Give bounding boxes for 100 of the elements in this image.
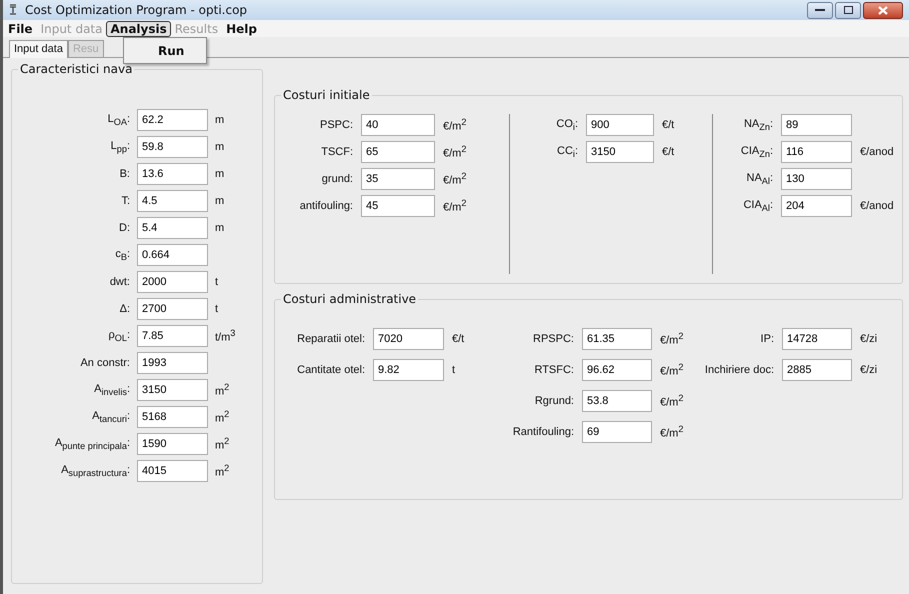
- unit-label: €/t: [452, 333, 466, 345]
- field-label: A$_{punte principala}$:: [54, 436, 130, 452]
- input-field[interactable]: 204: [781, 195, 852, 217]
- input-field[interactable]: 900: [586, 114, 654, 136]
- input-field[interactable]: 35: [361, 168, 435, 190]
- unit-label: t: [452, 364, 456, 376]
- field-label: Cantitate otel:: [297, 364, 365, 376]
- group-title: Costuri initiale: [282, 88, 371, 102]
- input-field[interactable]: 0.664: [137, 244, 208, 266]
- field-label: Rgrund:: [534, 395, 574, 407]
- field-label: CIA$_{Al}$:: [743, 198, 773, 214]
- field-label: Inchiriere doc:: [704, 364, 774, 376]
- unit-label: €/m$^{2}$: [660, 362, 684, 378]
- input-field[interactable]: 69: [582, 421, 652, 443]
- field-label: An constr:: [80, 357, 130, 369]
- field-label: antifouling:: [300, 200, 353, 212]
- unit-label: €/m$^{2}$: [443, 171, 468, 187]
- field-label: Reparatii otel:: [297, 333, 365, 345]
- field-label: B:: [120, 168, 130, 180]
- unit-label: m: [215, 195, 226, 207]
- unit-label: €/m$^{2}$: [443, 198, 468, 214]
- unit-label: €/m$^{2}$: [660, 424, 684, 440]
- menu-item[interactable]: Run: [154, 42, 188, 60]
- unit-label: t: [215, 303, 220, 315]
- input-field[interactable]: 116: [781, 141, 852, 163]
- input-field[interactable]: 3150: [586, 141, 654, 163]
- field-label: ρ$_{OL}$:: [108, 328, 130, 344]
- unit-label: m$^{2}$: [215, 463, 230, 479]
- unit-label: €/t: [662, 119, 676, 131]
- input-field[interactable]: 45: [361, 195, 435, 217]
- unit-label: €/anod: [860, 146, 895, 158]
- input-field[interactable]: 53.8: [582, 390, 652, 412]
- input-field[interactable]: 2000: [137, 271, 208, 293]
- unit-label: €/t: [662, 146, 676, 158]
- field-label: A$_{suprastructura}$:: [61, 464, 130, 478]
- input-field[interactable]: 62.2: [137, 109, 208, 131]
- field-label: D:: [119, 222, 130, 234]
- field-label: RPSPC:: [533, 333, 574, 345]
- unit-label: m: [215, 141, 226, 153]
- maximize-button[interactable]: [835, 2, 861, 18]
- minimize-icon: [815, 8, 825, 12]
- input-field[interactable]: 65: [361, 141, 435, 163]
- field-label: L$_{OA}$:: [108, 112, 130, 128]
- maximize-icon: [844, 6, 852, 14]
- tab[interactable]: Input data: [9, 40, 68, 58]
- field-label: RTSFC:: [534, 364, 574, 376]
- input-field[interactable]: 9.82: [373, 359, 444, 381]
- app-icon: [9, 4, 17, 16]
- field-label: CO$_{i}$:: [556, 118, 578, 132]
- group-title: Caracteristici nava: [19, 62, 134, 76]
- input-field[interactable]: 14728: [782, 328, 852, 350]
- unit-label: €/m$^{2}$: [660, 331, 684, 347]
- minimize-button[interactable]: [807, 2, 833, 18]
- input-field[interactable]: 13.6: [137, 163, 208, 185]
- unit-label: m$^{2}$: [215, 382, 230, 398]
- field-label: Rantifouling:: [512, 426, 574, 438]
- input-field[interactable]: 1993: [137, 352, 208, 374]
- unit-label: €/m$^{2}$: [660, 393, 684, 409]
- input-field[interactable]: 40: [361, 114, 435, 136]
- unit-label: €/zi: [860, 333, 878, 345]
- field-label: PSPC:: [320, 119, 353, 131]
- input-field[interactable]: 61.35: [582, 328, 652, 350]
- window-title: Cost Optimization Program - opti.cop: [25, 3, 248, 17]
- field-label: NA$_{Al}$:: [746, 172, 773, 186]
- group-title: Costuri administrative: [282, 292, 418, 306]
- input-field[interactable]: 5168: [137, 406, 208, 428]
- input-field[interactable]: 5.4: [137, 217, 208, 239]
- input-field[interactable]: 7020: [373, 328, 444, 350]
- field-label: IP:: [760, 333, 774, 345]
- unit-label: m$^{2}$: [215, 436, 230, 452]
- field-label: T:: [121, 195, 130, 207]
- unit-label: t/m$^{3}$: [215, 328, 236, 344]
- field-label: c$_{B}$:: [115, 248, 130, 262]
- field-label: grund:: [322, 173, 353, 185]
- field-label: L$_{pp}$:: [110, 140, 130, 154]
- field-label: TSCF:: [321, 146, 353, 158]
- unit-label: €/zi: [860, 364, 878, 376]
- menu-item[interactable]: File: [4, 20, 37, 36]
- close-icon: [878, 6, 888, 14]
- input-field[interactable]: 96.62: [582, 359, 652, 381]
- input-field[interactable]: 2885: [782, 359, 852, 381]
- field-label: NA$_{Zn}$:: [744, 118, 773, 132]
- field-label: dwt:: [110, 276, 130, 288]
- input-field[interactable]: 130: [781, 168, 852, 190]
- input-field[interactable]: 7.85: [137, 325, 208, 347]
- input-field[interactable]: 4015: [137, 460, 208, 482]
- unit-label: €/anod: [860, 200, 895, 212]
- input-field[interactable]: 3150: [137, 379, 208, 401]
- input-field[interactable]: 59.8: [137, 136, 208, 158]
- input-field[interactable]: 2700: [137, 298, 208, 320]
- menu-item[interactable]: Help: [222, 20, 261, 36]
- field-label: A$_{invelis}$:: [94, 382, 130, 398]
- input-field[interactable]: 4.5: [137, 190, 208, 212]
- input-field[interactable]: 1590: [137, 433, 208, 455]
- menu-item[interactable]: Analysis: [106, 20, 171, 36]
- unit-label: m$^{2}$: [215, 409, 230, 425]
- field-label: CC$_{i}$:: [557, 144, 578, 160]
- input-field[interactable]: 89: [781, 114, 852, 136]
- unit-label: €/m$^{2}$: [443, 117, 468, 133]
- close-button[interactable]: [863, 2, 903, 18]
